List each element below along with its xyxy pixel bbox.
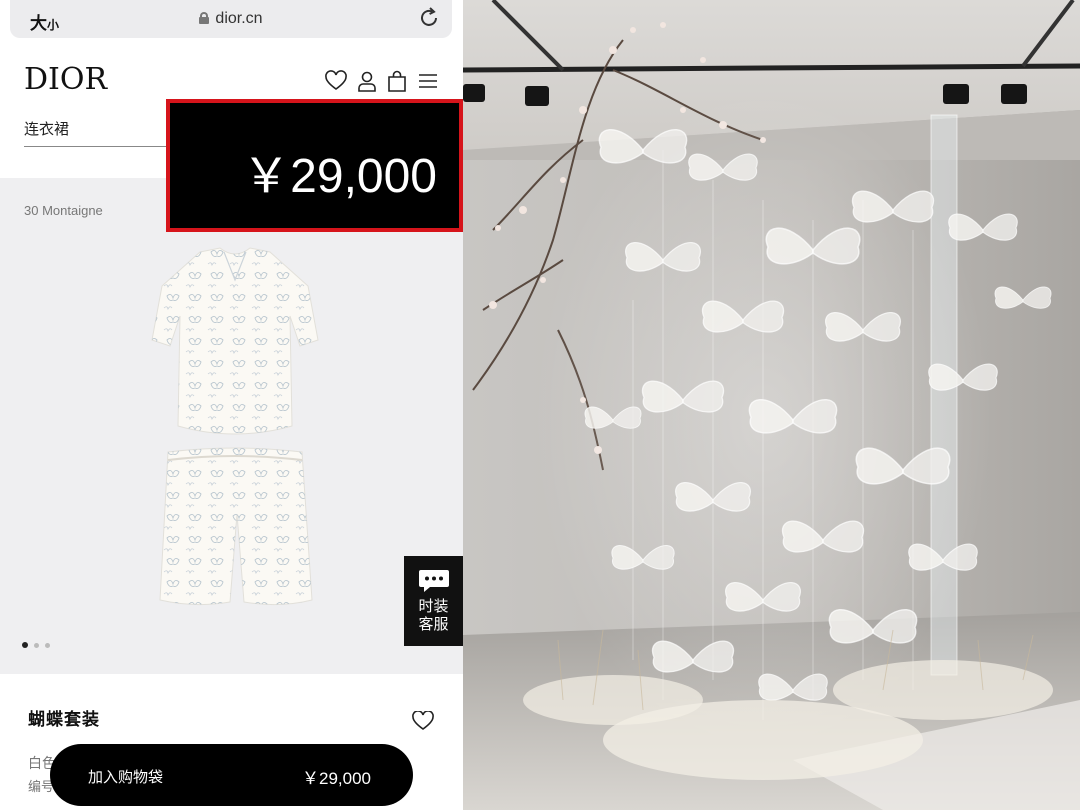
account-icon[interactable] [356,70,378,92]
browser-address-bar: 大小 dior.cn [10,0,452,38]
price-highlight-callout: ￥29,000 [166,99,463,232]
pagination-dot-2[interactable] [34,643,39,648]
chat-label: 时装客服 [418,598,449,633]
reload-icon[interactable] [416,5,442,31]
shopping-bag-icon[interactable] [386,70,408,92]
lock-icon [199,12,210,24]
add-to-bag-label: 加入购物袋 [88,769,164,786]
heart-icon[interactable] [325,70,347,92]
product-gallery[interactable]: 30 Montaigne [0,178,463,674]
add-to-bag-price: ￥29,000 [302,769,371,788]
gallery-pagination[interactable] [22,635,56,653]
product-name: 蝴蝶套装 [28,710,100,729]
collection-label: 30 Montaigne [24,203,103,218]
pagination-dot-1[interactable] [22,642,28,648]
dior-logo[interactable]: DIOR [24,62,107,97]
menu-icon[interactable] [417,70,439,92]
wishlist-heart-icon[interactable] [412,711,434,731]
mobile-screenshot: 大小 dior.cn DIOR 连衣裙 30 Montaigne 时装客服 蝴蝶… [0,0,463,810]
url-field[interactable]: dior.cn [10,10,452,28]
butterfly-installation-photo [463,0,1080,810]
category-underline [24,146,169,147]
category-dropdown[interactable]: 连衣裙 [24,118,69,139]
chat-support-button[interactable]: 时装客服 [404,556,463,646]
add-to-bag-button[interactable]: 加入购物袋 ￥29,000 [50,744,413,806]
photo-illustration [463,0,1080,810]
pagination-dot-3[interactable] [45,643,50,648]
url-text: dior.cn [215,10,263,27]
product-image[interactable] [140,246,330,616]
site-header: DIOR [0,50,463,100]
highlighted-price: ￥29,000 [242,150,437,203]
chat-bubble-icon [418,570,449,592]
